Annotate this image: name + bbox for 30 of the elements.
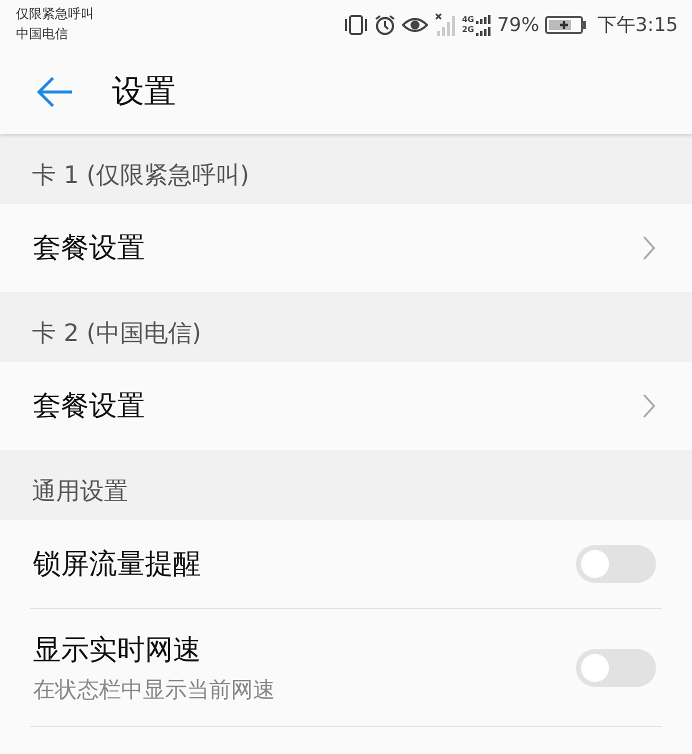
- row-title: 锁屏流量提醒: [33, 546, 201, 582]
- toggle-switch[interactable]: [576, 545, 656, 583]
- row-title: 套餐设置: [33, 388, 145, 424]
- page-title: 设置: [112, 71, 176, 112]
- battery-percent: 79%: [497, 14, 540, 36]
- row-subtitle: 在状态栏中显示当前网速: [33, 676, 275, 704]
- row-title: 套餐设置: [33, 230, 145, 266]
- carrier-label: 中国电信: [16, 27, 69, 43]
- vibrate-icon: [344, 14, 368, 36]
- battery-icon: [545, 15, 588, 35]
- section-header: 卡 1 (仅限紧急呼叫): [0, 134, 692, 204]
- chevron-right-icon: [642, 235, 656, 261]
- no-signal-icon: [434, 13, 456, 37]
- eye-icon: [402, 15, 428, 35]
- carrier-label: 仅限紧急呼叫: [16, 7, 94, 23]
- settings-row[interactable]: 套餐设置: [0, 362, 692, 450]
- settings-row[interactable]: 套餐设置: [0, 204, 692, 292]
- chevron-right-icon: [642, 393, 656, 419]
- settings-row[interactable]: 显示实时网速 在状态栏中显示当前网速: [30, 608, 662, 726]
- clock-time: 下午3:15: [597, 13, 678, 38]
- alarm-clock-icon: [374, 14, 396, 36]
- row-title: 显示实时网速: [33, 632, 202, 668]
- network-type-label: 4G: [462, 15, 474, 25]
- settings-row[interactable]: 锁屏流量提醒: [0, 520, 692, 608]
- back-arrow-icon: [36, 76, 74, 108]
- section-header: 卡 2 (中国电信): [0, 292, 692, 362]
- section-header: 通用设置: [0, 450, 692, 520]
- network-type-label: 2G: [462, 25, 474, 35]
- toggle-switch[interactable]: [576, 648, 656, 686]
- signal-bars-icon: [475, 14, 492, 36]
